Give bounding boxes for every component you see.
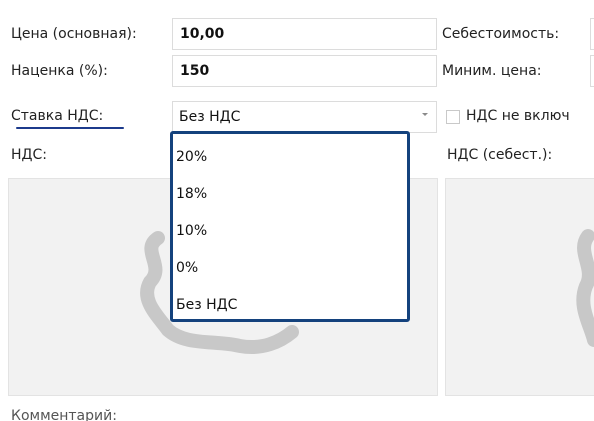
price-form: Цена (основная): 10,00 Себестоимость: На… — [0, 0, 594, 421]
comment-label: Комментарий: — [11, 408, 117, 421]
vat-option-0[interactable]: 0% — [176, 259, 198, 277]
vat-option-none[interactable]: Без НДС — [176, 296, 237, 314]
vat-rate-dropdown-list: 20% 18% 10% 0% Без НДС — [170, 131, 410, 322]
vat-option-20[interactable]: 20% — [176, 148, 207, 166]
vat-option-10[interactable]: 10% — [176, 222, 207, 240]
vat-option-18[interactable]: 18% — [176, 185, 207, 203]
